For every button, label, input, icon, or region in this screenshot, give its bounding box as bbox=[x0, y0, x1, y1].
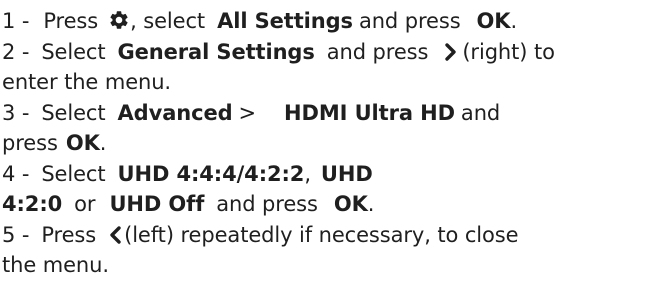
step-text: Select bbox=[41, 39, 106, 64]
step-text: Select bbox=[41, 100, 106, 125]
step-3-continuation: press OK. bbox=[2, 128, 665, 159]
option-uhd-444-422: UHD 4:4:4/4:2:2 bbox=[117, 161, 305, 186]
option-uhd-420: UHD bbox=[320, 161, 373, 186]
step-text: . bbox=[367, 192, 375, 216]
menu-separator: > bbox=[238, 100, 257, 125]
step-text: or bbox=[74, 192, 96, 216]
step-5-continuation: the menu. bbox=[2, 250, 665, 281]
step-text: . bbox=[99, 131, 107, 155]
menu-item-all-settings: All Settings bbox=[217, 9, 353, 33]
step-text: , select bbox=[130, 9, 206, 33]
step-text: Select bbox=[41, 161, 106, 186]
ok-key: OK bbox=[65, 131, 100, 155]
step-4-line: 4 - Select UHD 4:4:4/4:2:2, UHD bbox=[2, 159, 665, 190]
step-2-continuation: enter the menu. bbox=[2, 67, 665, 98]
step-4-continuation: 4:2:0 or UHD Off and press OK. bbox=[2, 189, 665, 220]
ok-key: OK bbox=[476, 9, 511, 33]
step-text: (right) to bbox=[462, 39, 555, 64]
step-text: and press bbox=[216, 192, 318, 216]
step-5-line: 5 - Press (left) repeatedly if necessary, … bbox=[2, 220, 665, 251]
step-number: 2 - bbox=[2, 39, 30, 64]
step-text: and bbox=[460, 100, 501, 125]
menu-item-advanced: Advanced bbox=[117, 100, 233, 125]
step-text: enter the menu. bbox=[2, 70, 172, 94]
step-number: 5 - bbox=[2, 222, 30, 247]
menu-item-general-settings: General Settings bbox=[117, 39, 315, 64]
step-text: and press bbox=[358, 9, 461, 33]
step-text: and press bbox=[326, 39, 429, 64]
step-text: press bbox=[2, 131, 58, 155]
ok-key: OK bbox=[333, 192, 368, 216]
step-2-line: 2 - Select General Settings and press (right… bbox=[2, 37, 665, 68]
step-text: Press bbox=[43, 9, 99, 33]
chevron-right-icon bbox=[444, 42, 458, 62]
option-uhd-420: 4:2:0 bbox=[2, 192, 63, 216]
instructions: 1 - Press, select All Settings and press OK.… bbox=[0, 0, 665, 304]
menu-item-hdmi-ultra-hd: HDMI Ultra HD bbox=[284, 100, 455, 125]
step-text: . bbox=[510, 9, 518, 33]
step-text: , bbox=[304, 161, 311, 186]
step-text: (left) repeatedly if necessary, to close bbox=[124, 222, 519, 247]
step-3-line: 3 - Select Advanced > HDMI Ultra HD and bbox=[2, 98, 665, 129]
step-1-line: 1 - Press , select All Settings and press OK. bbox=[2, 6, 665, 37]
step-text: Press bbox=[41, 222, 97, 247]
gear-icon bbox=[108, 9, 130, 31]
step-text: the menu. bbox=[2, 253, 109, 277]
step-number: 3 - bbox=[2, 100, 30, 125]
option-uhd-off: UHD Off bbox=[109, 192, 205, 216]
step-number: 1 - bbox=[2, 9, 30, 33]
chevron-left-icon bbox=[108, 225, 122, 245]
step-number: 4 - bbox=[2, 161, 30, 186]
